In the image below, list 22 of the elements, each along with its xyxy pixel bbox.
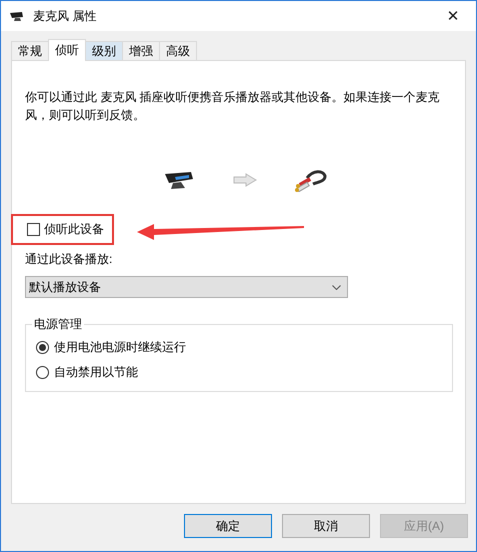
close-button[interactable]: ✕	[430, 1, 476, 31]
webcam-icon	[162, 169, 194, 191]
tab[interactable]: 侦听	[48, 39, 86, 61]
tab[interactable]: 级别	[85, 41, 123, 61]
window-title: 麦克风 属性	[33, 8, 98, 24]
dialog-button[interactable]: 取消	[282, 514, 370, 538]
checkbox[interactable]	[27, 223, 40, 236]
radio-button[interactable]	[36, 366, 49, 379]
audio-cable-icon	[294, 168, 326, 192]
playback-label: 通过此设备播放:	[25, 251, 114, 268]
arrow-icon	[232, 173, 256, 187]
dialog-button[interactable]: 确定	[184, 514, 272, 538]
tab[interactable]: 高级	[159, 41, 197, 61]
playback-dropdown[interactable]: 默认播放设备	[25, 276, 348, 298]
group-title: 电源管理	[33, 316, 83, 333]
chevron-down-icon	[332, 284, 341, 290]
radio-label: 自动禁用以节能	[54, 364, 138, 381]
description-text: 你可以通过此 麦克风 插座收听便携音乐播放器或其他设备。如果连接一个麦克风，则可以听到反馈。	[25, 89, 441, 124]
tab[interactable]: 常规	[11, 41, 49, 61]
radio-button[interactable]	[36, 341, 49, 354]
checkbox-label: 侦听此设备	[44, 221, 104, 238]
radio-label: 使用电池电源时继续运行	[54, 339, 186, 356]
